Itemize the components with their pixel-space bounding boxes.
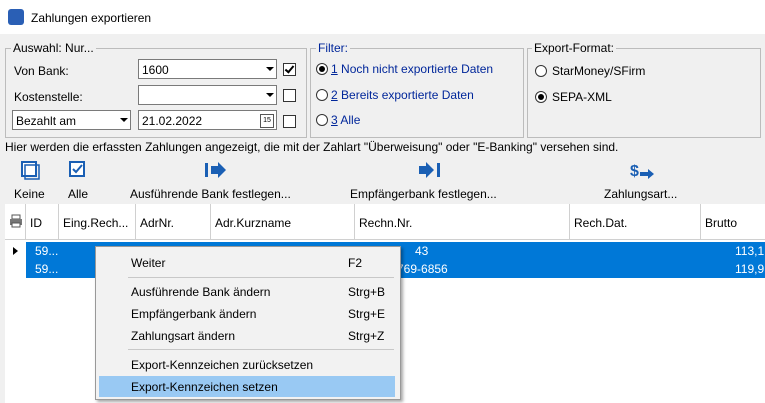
filter-legend: Filter: [316,41,350,55]
date-field[interactable]: 21.02.2022 15 [138,110,277,130]
cell-id: 59... [35,244,59,258]
menu-item-weiter[interactable]: Weiter F2 [99,252,395,273]
column-header-id[interactable]: ID [26,204,59,240]
select-all-icon[interactable] [68,160,88,180]
date-checkbox[interactable] [283,115,296,128]
cell-rechn-nr: 769-6856 [397,262,448,276]
payment-type-icon[interactable]: $ [628,160,656,182]
format-radio-sepa[interactable] [535,91,547,103]
format-option-sepa[interactable]: SEPA-XML [552,90,612,104]
window-title: Zahlungen exportieren [31,11,152,25]
bank-arrow-icon[interactable] [203,160,229,180]
svg-text:$: $ [630,163,639,180]
bezahlt-am-value: Bezahlt am [16,114,77,128]
chevron-down-icon[interactable] [120,118,128,122]
filter-option-3[interactable]: 3 Alle [331,113,360,127]
filter-option-1[interactable]: 1 Noch nicht exportierte Daten [331,62,493,76]
menu-separator [128,277,394,278]
grid-corner[interactable] [5,204,26,240]
kostenstelle-checkbox[interactable] [283,89,296,102]
alle-button[interactable]: Alle [68,187,88,201]
filter-radio-2[interactable] [316,89,328,101]
von-bank-combo[interactable]: 1600 [138,59,277,79]
keine-button[interactable]: Keine [14,187,45,201]
export-format-legend: Export-Format: [532,41,617,55]
von-bank-value: 1600 [142,63,169,77]
auswahl-legend: Auswahl: Nur... [11,41,96,55]
calendar-icon[interactable]: 15 [260,114,274,128]
menu-item-export-reset[interactable]: Export-Kennzeichen zurücksetzen [99,354,395,375]
row-indicator-icon [13,247,18,255]
filter-radio-1[interactable] [316,63,328,75]
menu-item-zahlungsart[interactable]: Zahlungsart ändern Strg+Z [99,325,395,346]
context-menu: Weiter F2 Ausführende Bank ändern Strg+B E… [95,246,401,400]
menu-item-export-set[interactable]: Export-Kennzeichen setzen [99,376,395,397]
menu-item-ausfuehrende-bank[interactable]: Ausführende Bank ändern Strg+B [99,281,395,302]
chevron-down-icon[interactable] [266,67,274,71]
cell-id: 59... [35,262,59,276]
filter-option-2[interactable]: 2 Bereits exportierte Daten [331,88,474,102]
von-bank-label: Von Bank: [14,64,69,78]
column-header-adr-kurzname[interactable]: Adr.Kurzname [211,204,355,240]
date-value: 21.02.2022 [142,114,203,128]
filter-radio-3[interactable] [316,114,328,126]
empfaengerbank-button[interactable]: Empfängerbank festlegen... [350,187,497,201]
cell-rechn-nr: 43 [415,244,429,258]
column-header-rechn-nr[interactable]: Rechn.Nr. [355,204,570,240]
format-radio-starmoney[interactable] [535,65,547,77]
printer-icon[interactable] [9,214,23,228]
menu-separator [128,349,394,350]
zahlungsart-button[interactable]: Zahlungsart... [604,187,677,201]
kostenstelle-label: Kostenstelle: [14,90,83,104]
bezahlt-am-combo[interactable]: Bezahlt am [12,110,131,130]
column-header-adrnr[interactable]: AdrNr. [136,204,211,240]
info-text: Hier werden die erfassten Zahlungen ange… [5,140,619,154]
column-header-brutto[interactable]: Brutto [701,204,765,240]
ausfuehrende-bank-button[interactable]: Ausführende Bank festlegen... [130,187,291,201]
title-bar: Zahlungen exportieren [0,0,765,34]
kostenstelle-combo[interactable] [138,85,277,105]
deselect-all-icon[interactable] [20,160,40,180]
column-header-eing-rech[interactable]: Eing.Rech... [59,204,136,240]
chevron-down-icon[interactable] [266,93,274,97]
app-icon [8,9,24,25]
column-header-rech-dat[interactable]: Rech.Dat. [570,204,701,240]
cell-brutto: 119,9 [735,262,765,276]
cell-brutto: 113,1 [735,244,765,258]
format-option-starmoney[interactable]: StarMoney/SFirm [552,64,645,78]
menu-item-empfaengerbank[interactable]: Empfängerbank ändern Strg+E [99,303,395,324]
receiver-bank-arrow-icon[interactable] [417,160,443,180]
von-bank-checkbox[interactable] [283,63,296,76]
